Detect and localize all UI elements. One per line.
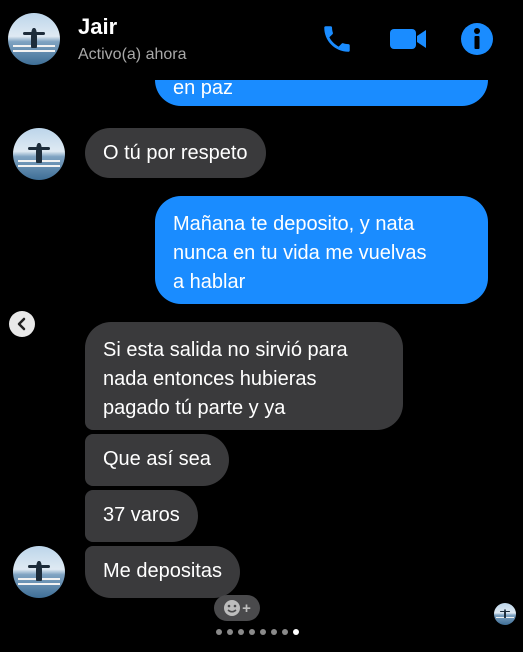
carousel-dot-active[interactable] xyxy=(293,629,299,635)
contact-avatar[interactable] xyxy=(8,13,60,65)
contact-avatar[interactable] xyxy=(13,128,65,180)
contact-avatar[interactable] xyxy=(13,546,65,598)
phone-icon[interactable] xyxy=(318,22,356,56)
carousel-dot[interactable] xyxy=(282,629,288,635)
message-bubble-incoming[interactable]: O tú por respeto xyxy=(85,128,266,178)
message-bubble-incoming[interactable]: Me depositas xyxy=(85,546,240,598)
video-camera-icon[interactable] xyxy=(386,22,430,56)
message-bubble-incoming[interactable]: 37 varos xyxy=(85,490,198,542)
add-reaction-button[interactable]: + xyxy=(214,595,260,621)
message-bubble-incoming[interactable]: Que así sea xyxy=(85,434,229,486)
chat-header: Jair Activo(a) ahora xyxy=(0,0,523,80)
message-bubble-incoming[interactable]: Si esta salida no sirvió para nada enton… xyxy=(85,322,403,430)
carousel-dot[interactable] xyxy=(271,629,277,635)
info-icon[interactable] xyxy=(458,22,496,56)
seen-indicator-avatar xyxy=(494,603,516,625)
contact-name[interactable]: Jair xyxy=(78,14,117,40)
carousel-dot[interactable] xyxy=(249,629,255,635)
add-reaction-plus: + xyxy=(242,599,251,617)
carousel-dot[interactable] xyxy=(216,629,222,635)
message-bubble-outgoing[interactable]: Mañana te deposito, y nata nunca en tu v… xyxy=(155,196,488,304)
chevron-left-icon[interactable] xyxy=(9,311,35,337)
carousel-dots xyxy=(216,629,299,635)
carousel-dot[interactable] xyxy=(227,629,233,635)
carousel-dot[interactable] xyxy=(260,629,266,635)
smiley-icon xyxy=(224,600,241,616)
contact-status: Activo(a) ahora xyxy=(78,46,187,63)
carousel-dot[interactable] xyxy=(238,629,244,635)
